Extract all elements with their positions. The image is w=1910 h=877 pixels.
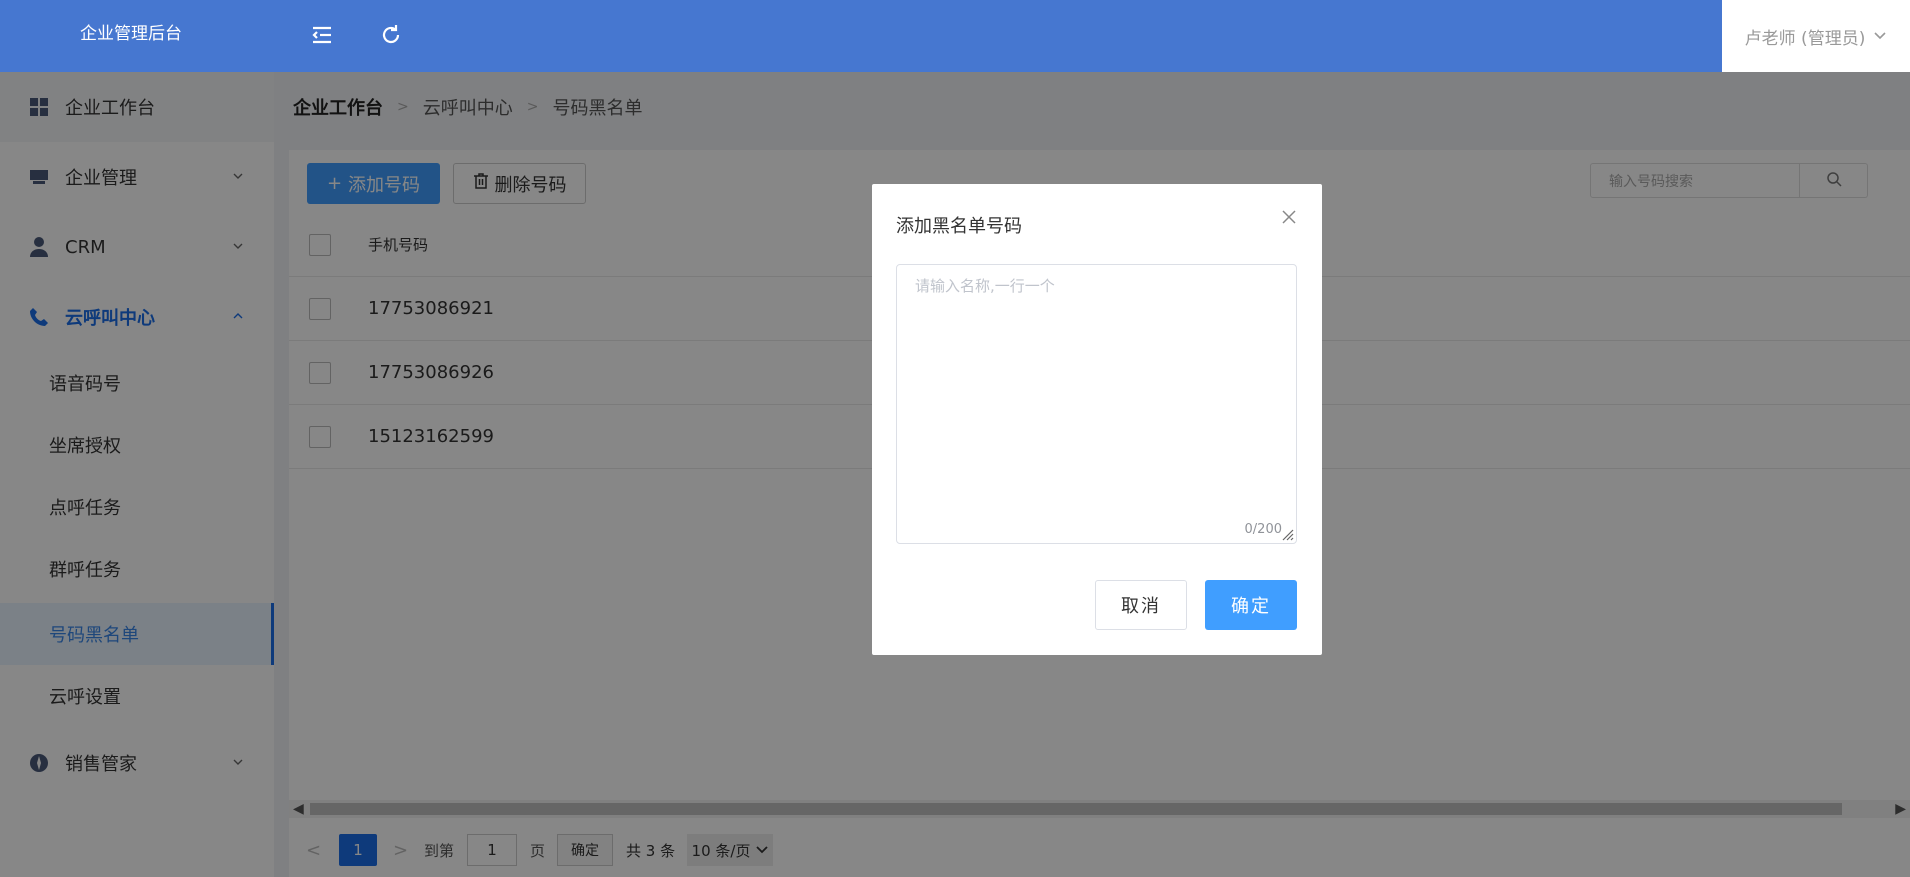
add-blacklist-dialog: 添加黑名单号码 请输入名称,一行一个 0/200 取消 确定	[872, 184, 1322, 655]
refresh-icon[interactable]	[378, 22, 404, 48]
collapse-menu-icon[interactable]	[309, 22, 335, 48]
confirm-button[interactable]: 确定	[1205, 580, 1297, 630]
char-counter: 0/200	[1244, 522, 1282, 537]
numbers-textarea[interactable]: 请输入名称,一行一个 0/200	[896, 264, 1297, 544]
brand-title: 企业管理后台	[80, 24, 182, 44]
dialog-title: 添加黑名单号码	[896, 216, 1022, 237]
user-name: 卢老师 (管理员)	[1744, 28, 1866, 49]
cancel-button[interactable]: 取消	[1095, 580, 1187, 630]
close-icon[interactable]	[1280, 208, 1298, 226]
user-menu[interactable]: 卢老师 (管理员)	[1722, 0, 1910, 72]
chevron-down-icon	[1873, 26, 1887, 46]
top-header: 企业管理后台 卢老师 (管理员)	[0, 0, 1910, 72]
resize-grip-icon[interactable]	[1280, 527, 1294, 541]
textarea-placeholder: 请输入名称,一行一个	[915, 277, 1055, 295]
